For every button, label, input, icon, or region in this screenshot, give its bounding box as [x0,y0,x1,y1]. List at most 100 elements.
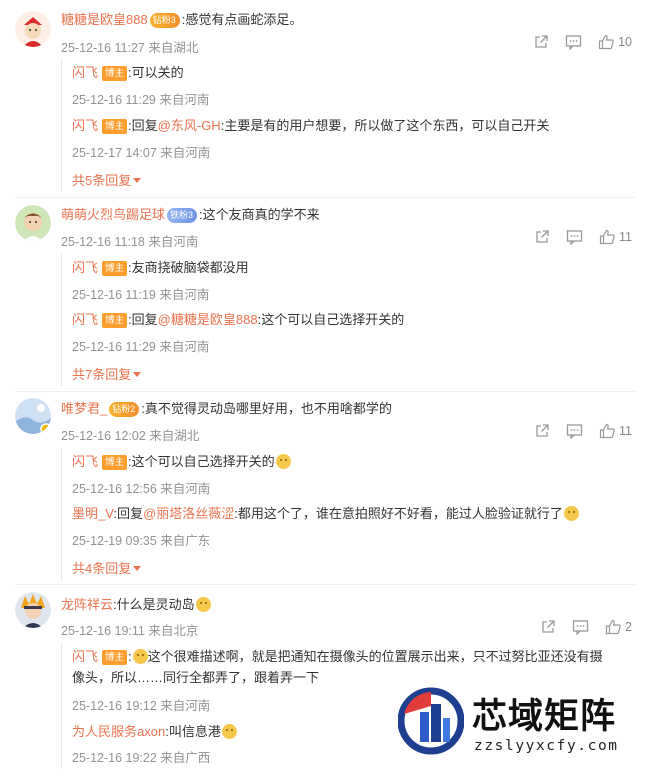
reply-line-wrap: 像头，所以……同行全都弄了，跟着弄一下 [72,669,319,687]
reply-username[interactable]: 闪飞 [72,649,98,664]
comment-actions: 10 [517,34,632,50]
reply-username[interactable]: 闪飞 [72,118,98,133]
comment-line: 唯梦君_ 钻粉2:真不觉得灵动岛哪里好用，也不用啥都学的 [61,401,392,417]
comment-actions: 2 [524,619,632,635]
reply-prefix: 回复 [131,312,158,327]
reply-username[interactable]: 闪飞 [72,65,98,80]
like-icon [599,423,615,439]
reply-meta: 25-12-16 19:22 来自广西 [72,751,211,765]
emoji-icon [132,649,148,664]
reply-text: 这个可以自己选择开关的 [261,312,405,327]
username-link[interactable]: 萌萌火烈鸟踢足球 [61,207,165,222]
chevron-down-icon [133,372,142,377]
reply-list: 闪飞 博主:友商挠破脑袋都没用 25-12-16 11:19 来自河南 闪飞 博主:… [61,254,631,386]
comment-text: 这个友商真的学不来 [202,207,320,222]
comment-text: 真不觉得灵动岛哪里好用，也不用啥都学的 [144,401,392,416]
like-button[interactable]: 2 [605,619,632,635]
comment-icon[interactable] [572,619,589,635]
comment-actions: 11 [518,423,632,439]
share-icon[interactable] [534,423,550,439]
reply-list: 闪飞 博主:可以关的 25-12-16 11:29 来自河南 闪飞 博主:回复@东风… [61,60,631,192]
blogger-tag: 博主 [102,261,128,276]
mention-link[interactable]: @丽塔洛丝薇涩 [143,506,234,521]
avatar[interactable] [15,592,51,628]
emoji-icon [563,506,579,521]
comment-line: 萌萌火烈鸟踢足球 铁粉3:这个友商真的学不来 [61,207,320,223]
reply-text: 叫信息港 [168,724,221,739]
reply-meta: 25-12-16 11:19 来自河南 [72,288,210,302]
reply-meta: 25-12-16 11:29 来自河南 [72,340,210,354]
reply-text: 主要是有的用户想要，所以做了这个东西，可以自己开关 [224,118,550,133]
comment-actions: 11 [518,229,632,245]
like-button[interactable]: 10 [598,34,632,50]
comment-line: 糖糖是欧皇888 钻粉3:感觉有点画蛇添足。 [61,12,303,28]
chevron-down-icon [133,178,142,183]
more-replies-link[interactable]: 共7条回复 [72,364,142,383]
mention-link[interactable]: @糖糖是欧皇888 [158,312,258,327]
comment-meta: 25-12-16 12:02 来自湖北 [61,429,200,443]
watermark: 芯域矩阵 zzslyyxcfy.com [392,680,642,766]
mention-link[interactable]: @东风-GH [158,118,221,133]
like-icon [605,619,621,635]
reply-line: 闪飞 博主:友商挠破脑袋都没用 [72,260,249,276]
reply-meta: 25-12-16 11:29 来自河南 [72,93,210,107]
reply-text: 都用这个了，谁在意拍照好不好看，能过人脸验证就行了 [237,506,563,521]
username-link[interactable]: 龙阵祥云 [61,597,113,612]
reply-username[interactable]: 闪飞 [72,260,98,275]
reply-prefix: 回复 [131,118,158,133]
comment-meta: 25-12-16 11:27 来自湖北 [61,41,199,55]
reply-text: 这个很难描述啊，就是把通知在摄像头的位置展示出来，只不过努比亚还没有摄 [147,649,603,664]
reply-text-continued: 像头，所以……同行全都弄了，跟着弄一下 [72,670,320,685]
comment-icon[interactable] [565,34,582,50]
like-count: 11 [619,424,632,438]
reply-username[interactable]: 墨明_V [72,506,113,521]
like-count: 10 [618,35,632,49]
emoji-icon [221,724,237,739]
comment-text: 感觉有点画蛇添足。 [185,12,303,27]
divider [15,584,635,585]
avatar[interactable] [15,11,51,47]
emoji-icon [195,597,211,612]
comment-line: 龙阵祥云:什么是灵动岛 [61,596,211,614]
reply-text: 这个可以自己选择开关的 [131,454,275,469]
reply-line: 闪飞 博主:可以关的 [72,65,184,81]
like-count: 11 [619,230,632,244]
share-icon[interactable] [534,229,550,245]
reply-meta: 25-12-16 19:12 来自河南 [72,699,211,713]
emoji-icon [275,454,291,469]
reply-username[interactable]: 为人民服务axon [72,724,165,739]
watermark-logo-icon [398,687,464,755]
reply-text: 友商挠破脑袋都没用 [131,260,249,275]
share-icon[interactable] [533,34,549,50]
reply-line: 闪飞 博主: 这个很难描述啊，就是把通知在摄像头的位置展示出来，只不过努比亚还没有摄 [72,649,603,665]
reply-line: 闪飞 博主:回复@东风-GH:主要是有的用户想要，所以做了这个东西，可以自己开关 [72,118,550,134]
more-replies-link[interactable]: 共5条回复 [72,170,142,189]
watermark-url: zzslyyxcfy.com [474,738,619,754]
reply-meta: 25-12-16 12:56 来自河南 [72,482,211,496]
like-button[interactable]: 11 [599,229,632,245]
comment-meta: 25-12-16 19:11 来自北京 [61,624,199,638]
username-link[interactable]: 唯梦君_ [61,401,107,416]
blogger-tag: 博主 [102,455,128,470]
username-link[interactable]: 糖糖是欧皇888 [61,12,148,27]
watermark-title: 芯域矩阵 [472,697,617,737]
reply-meta: 25-12-17 14:07 来自河南 [72,146,211,160]
reply-line: 墨明_V:回复@丽塔洛丝薇涩:都用这个了，谁在意拍照好不好看，能过人脸验证就行了 [72,505,579,523]
more-replies-link[interactable]: 共4条回复 [72,558,142,577]
like-icon [598,34,614,50]
avatar[interactable] [15,205,51,241]
reply-username[interactable]: 闪飞 [72,454,98,469]
share-icon[interactable] [540,619,556,635]
like-button[interactable]: 11 [599,423,632,439]
blogger-tag: 博主 [102,313,128,328]
reply-username[interactable]: 闪飞 [72,312,98,327]
reply-list: 闪飞 博主:这个可以自己选择开关的 25-12-16 12:56 来自河南 墨明_… [61,448,631,580]
reply-meta: 25-12-19 09:35 来自广东 [72,534,211,548]
reply-prefix: 回复 [117,506,144,521]
fan-badge: 钻粉3 [149,13,180,28]
comment-icon[interactable] [566,423,583,439]
comment-icon[interactable] [566,229,583,245]
avatar[interactable] [15,398,51,434]
fan-badge: 钻粉2 [109,402,140,417]
like-icon [599,229,615,245]
